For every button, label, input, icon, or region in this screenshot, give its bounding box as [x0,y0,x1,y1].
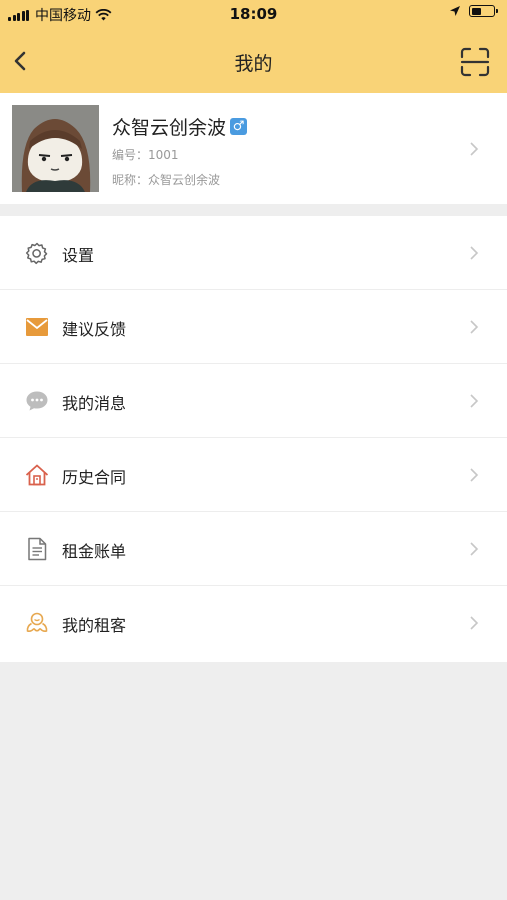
profile-nickname: 昵称：众智云创余波 [112,173,221,187]
menu-label-tenants: 我的租客 [62,616,127,635]
chevron-right-icon [470,394,479,408]
menu-list: 设置 建议反馈 我的消息 历史合同 租金账单 我的租客 [0,216,507,662]
male-gender-icon: ♂ [230,118,248,135]
menu-label-settings: 设置 [62,246,95,265]
nav-bar: 我的 [0,36,507,88]
menu-item-settings[interactable]: 设置 [0,216,507,290]
menu-item-messages[interactable]: 我的消息 [0,364,507,438]
menu-item-tenants[interactable]: 我的租客 [0,586,507,660]
menu-item-feedback[interactable]: 建议反馈 [0,290,507,364]
mail-icon [26,318,48,336]
chevron-right-icon [470,320,479,334]
profile-name-row: 众智云创余波 ♂ [112,113,248,140]
page-title: 我的 [234,53,273,75]
chevron-right-icon [470,142,479,156]
house-icon [25,464,49,486]
avatar[interactable] [12,105,99,192]
battery-icon [469,5,498,17]
tenant-icon [26,612,48,633]
menu-item-contracts[interactable]: 历史合同 [0,438,507,512]
profile-card[interactable]: 众智云创余波 ♂ 编号：1001 昵称：众智云创余波 [0,93,507,204]
gear-icon [25,242,48,265]
menu-item-rent-bills[interactable]: 租金账单 [0,512,507,586]
status-bar: 中国移动 18:09 [0,0,507,28]
chat-bubble-icon [26,391,48,411]
profile-name: 众智云创余波 [112,117,227,139]
menu-label-rent-bills: 租金账单 [62,542,127,561]
document-icon [28,537,47,561]
menu-label-messages: 我的消息 [62,394,127,413]
chevron-right-icon [470,542,479,556]
chevron-right-icon [470,246,479,260]
profile-number: 编号：1001 [112,148,179,162]
status-right [449,5,498,17]
status-time: 18:09 [229,5,278,23]
scan-icon[interactable] [459,46,491,78]
location-arrow-icon [450,6,460,16]
menu-label-feedback: 建议反馈 [62,320,127,339]
menu-label-contracts: 历史合同 [62,468,127,487]
chevron-right-icon [470,616,479,630]
chevron-right-icon [470,468,479,482]
